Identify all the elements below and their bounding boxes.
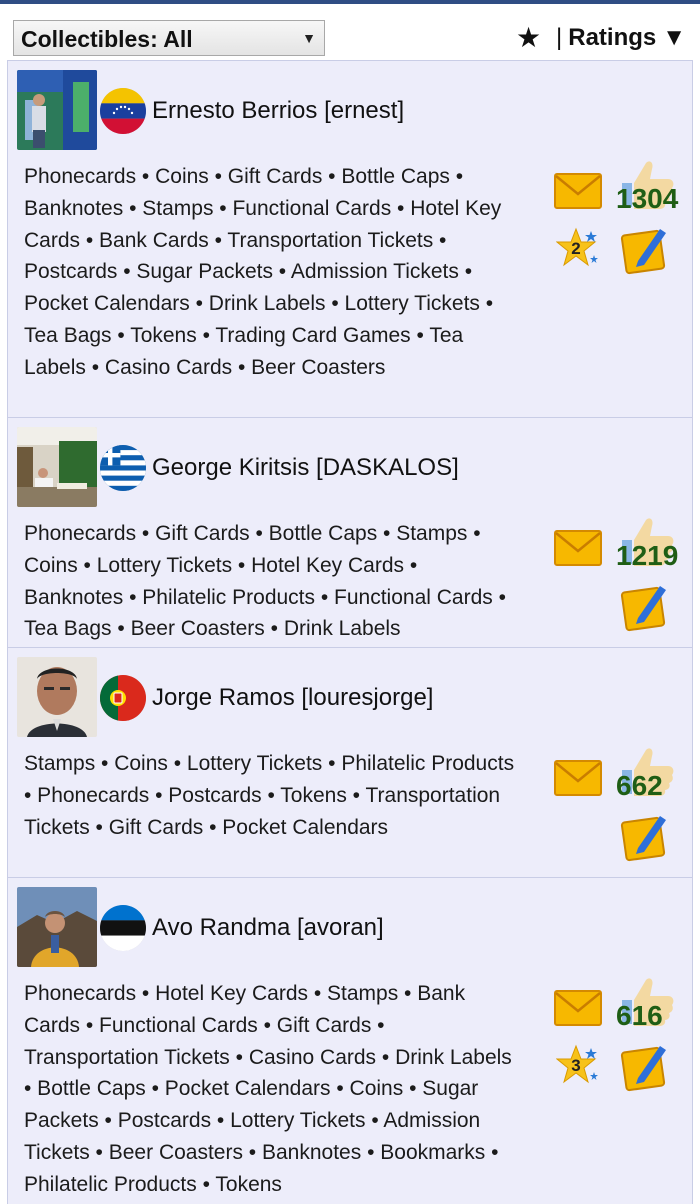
member-name[interactable]: George Kiritsis [DASKALOS] xyxy=(152,454,459,482)
review-note-icon[interactable] xyxy=(618,1040,672,1094)
flag-venezuela-icon xyxy=(100,88,146,134)
mail-icon[interactable] xyxy=(554,760,602,796)
rating-count: 616 xyxy=(616,1000,663,1031)
flag-portugal-icon xyxy=(100,675,146,721)
separator: | xyxy=(556,24,563,51)
collectibles-filter-select[interactable]: Collectibles: All ▼ xyxy=(13,20,325,56)
ratings-arrow-icon: ▼ xyxy=(662,24,687,51)
member-card[interactable]: George Kiritsis [DASKALOS] Phonecards • … xyxy=(8,418,692,648)
member-card[interactable]: Jorge Ramos [louresjorge] Stamps • Coins… xyxy=(8,648,692,878)
dropdown-arrow-icon: ▼ xyxy=(302,30,316,46)
badge-level: 2 xyxy=(571,239,580,258)
star-badge-icon: 3 xyxy=(556,1044,600,1088)
star-badge-icon: 2 xyxy=(556,227,600,271)
review-note-icon[interactable] xyxy=(618,810,672,864)
rating-count: 662 xyxy=(616,770,663,801)
ratings-label: Ratings xyxy=(568,24,657,51)
flag-greece-icon xyxy=(100,445,146,491)
member-name[interactable]: Avo Randma [avoran] xyxy=(152,914,384,942)
collection-categories: Stamps • Coins • Lottery Tickets • Phila… xyxy=(24,752,515,839)
star-sort-icon[interactable]: ★ xyxy=(516,21,541,54)
collection-categories: Phonecards • Gift Cards • Bottle Caps • … xyxy=(24,522,506,641)
avatar[interactable] xyxy=(17,657,97,737)
ratings-sort-dropdown[interactable]: | Ratings ▼ xyxy=(556,24,686,52)
mail-icon[interactable] xyxy=(554,173,602,209)
avatar[interactable] xyxy=(17,427,97,507)
badge-level: 3 xyxy=(571,1056,580,1075)
member-card[interactable]: Avo Randma [avoran] Phonecards • Hotel K… xyxy=(8,878,692,1204)
review-note-icon[interactable] xyxy=(618,223,672,277)
rating-count: 1219 xyxy=(616,540,679,571)
collection-categories: Phonecards • Coins • Gift Cards • Bottle… xyxy=(24,165,502,379)
collection-categories: Phonecards • Hotel Key Cards • Stamps • … xyxy=(24,982,512,1196)
mail-icon[interactable] xyxy=(554,990,602,1026)
avatar[interactable] xyxy=(17,70,97,150)
member-card[interactable]: Ernesto Berrios [ernest] Phonecards • Co… xyxy=(8,61,692,418)
member-name[interactable]: Jorge Ramos [louresjorge] xyxy=(152,684,433,712)
flag-estonia-icon xyxy=(100,905,146,951)
rating-count: 1304 xyxy=(616,183,679,214)
review-note-icon[interactable] xyxy=(618,580,672,634)
member-list: Ernesto Berrios [ernest] Phonecards • Co… xyxy=(7,60,693,1204)
toolbar: Collectibles: All ▼ ★ | Ratings ▼ xyxy=(0,4,700,60)
collectibles-filter-label: Collectibles: All xyxy=(21,26,193,52)
member-name[interactable]: Ernesto Berrios [ernest] xyxy=(152,97,404,125)
mail-icon[interactable] xyxy=(554,530,602,566)
avatar[interactable] xyxy=(17,887,97,967)
